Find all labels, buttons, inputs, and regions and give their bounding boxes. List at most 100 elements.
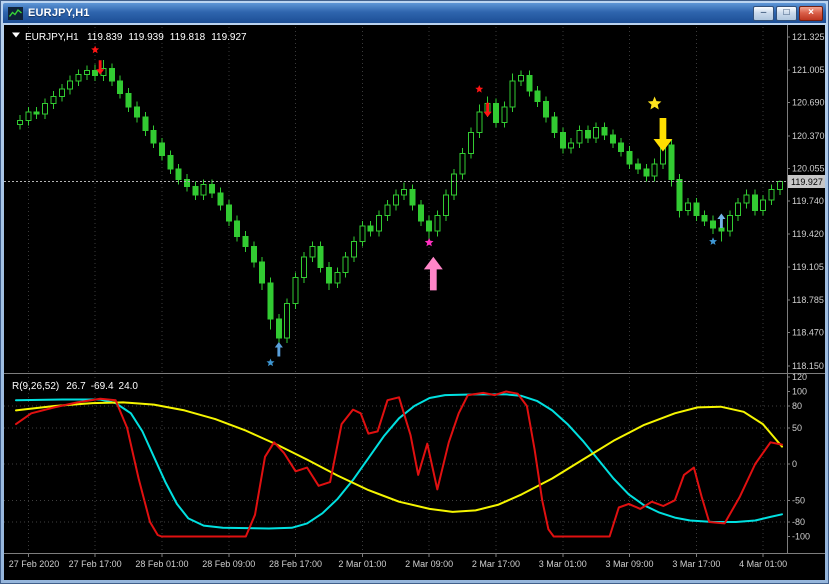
candle-body <box>593 127 600 139</box>
indicator-tick-label: -100 <box>792 532 810 542</box>
candle-body <box>42 103 49 115</box>
maximize-icon: □ <box>783 7 790 18</box>
symbol-dropdown-icon[interactable] <box>12 32 20 38</box>
candle-body <box>334 272 341 284</box>
candle-body <box>384 204 391 217</box>
candle-body <box>259 261 266 284</box>
candle-body <box>634 163 641 170</box>
candle-body <box>300 256 307 279</box>
candle-body <box>376 215 383 232</box>
candle-body <box>626 150 633 165</box>
close-button[interactable]: × <box>799 5 823 21</box>
candle-body <box>568 142 575 149</box>
candle-body <box>676 178 683 211</box>
chart-area[interactable]: 121.325 121.005 120.690 120.370 120.055 119.7… <box>4 25 825 580</box>
header-symbol: EURJPY,H1 <box>25 32 79 43</box>
close-icon: × <box>808 7 814 18</box>
price-tick-label: 121.005 <box>792 65 825 75</box>
chart-window: EURJPY,H1 – □ × 121.325 121.005 120.690 120… <box>0 0 829 584</box>
time-label: 2 Mar 01:00 <box>338 559 386 569</box>
chart-icon <box>8 6 23 20</box>
time-label: 3 Mar 17:00 <box>672 559 720 569</box>
candle-body <box>492 103 499 123</box>
indicator-lines <box>15 390 783 538</box>
candle-body <box>150 130 157 144</box>
buy-star-3 <box>709 237 717 245</box>
candle-body <box>584 130 591 139</box>
candle-body <box>718 227 725 232</box>
candle-body <box>476 111 483 134</box>
time-label: 2 Mar 09:00 <box>405 559 453 569</box>
price-axis[interactable]: 121.325 121.005 120.690 120.370 120.055 119.7… <box>787 32 825 542</box>
header-low: 119.818 <box>170 32 206 43</box>
candle-body <box>175 168 182 180</box>
candle-body <box>426 220 433 232</box>
time-label: 27 Feb 17:00 <box>69 559 122 569</box>
candle-body <box>250 246 257 263</box>
candle-body <box>668 144 675 180</box>
candle-body <box>743 194 750 204</box>
candle-body <box>551 116 558 134</box>
candle-body <box>409 189 416 206</box>
candle-body <box>543 101 550 118</box>
maximize-button[interactable]: □ <box>776 5 797 21</box>
signal-markers <box>91 45 726 367</box>
price-tick-label: 118.150 <box>792 361 824 371</box>
candle-body <box>726 215 733 232</box>
indicator-value-1: 26.7 <box>66 381 86 392</box>
candle-body <box>325 266 332 284</box>
candle-body <box>434 215 441 232</box>
header-close: 119.927 <box>211 32 247 43</box>
candle-body <box>651 163 658 177</box>
price-tick-label: 119.740 <box>792 196 824 206</box>
window-controls: – □ × <box>753 5 823 21</box>
candle-body <box>192 186 199 196</box>
chart-canvas[interactable]: 121.325 121.005 120.690 120.370 120.055 119.7… <box>4 25 825 580</box>
candle-body <box>618 142 625 152</box>
price-tick-label: 120.055 <box>792 163 825 173</box>
candles <box>17 60 783 351</box>
header-open: 119.839 <box>87 32 123 43</box>
candle-body <box>75 74 82 82</box>
candle-body <box>342 256 349 274</box>
buy-star-2 <box>424 237 434 247</box>
time-label: 2 Mar 17:00 <box>472 559 520 569</box>
window-title: EURJPY,H1 <box>28 7 90 19</box>
candle-body <box>292 277 299 305</box>
time-label: 28 Feb 17:00 <box>269 559 322 569</box>
time-axis[interactable]: 27 Feb 2020 27 Feb 17:00 28 Feb 01:00 28 Fe… <box>9 553 787 569</box>
time-label: 27 Feb 2020 <box>9 559 60 569</box>
indicator-tick-label: 50 <box>792 423 802 433</box>
candle-body <box>209 183 216 194</box>
time-label: 3 Mar 01:00 <box>539 559 587 569</box>
candle-body <box>217 192 224 206</box>
candle-body <box>501 106 508 123</box>
sell-star-2 <box>475 85 484 93</box>
candle-body <box>401 189 408 196</box>
candle-body <box>518 75 524 82</box>
candle-body <box>25 111 32 121</box>
candle-body <box>267 282 274 320</box>
candle-body <box>108 67 115 82</box>
candle-body <box>760 199 767 211</box>
indicator-tick-label: 120 <box>792 372 807 382</box>
indicator-line-cyan <box>15 393 783 530</box>
indicator-tick-label: -80 <box>792 517 805 527</box>
indicator-name: R(9,26,52) <box>12 381 59 392</box>
indicator-tick-label: 80 <box>792 401 802 411</box>
candle-body <box>509 80 516 108</box>
candle-body <box>125 92 132 108</box>
candle-body <box>117 80 124 94</box>
minimize-button[interactable]: – <box>753 5 774 21</box>
candle-body <box>133 106 140 118</box>
candle-body <box>601 127 608 136</box>
candle-body <box>92 70 99 77</box>
buy-arrow-1 <box>274 342 283 357</box>
price-tick-label: 120.690 <box>792 98 825 108</box>
indicator-tick-label: 0 <box>792 459 797 469</box>
title-bar[interactable]: EURJPY,H1 – □ × <box>3 3 826 23</box>
candle-body <box>459 152 466 175</box>
candle-body <box>643 168 650 177</box>
candle-body <box>184 178 190 188</box>
candle-body <box>701 215 708 222</box>
